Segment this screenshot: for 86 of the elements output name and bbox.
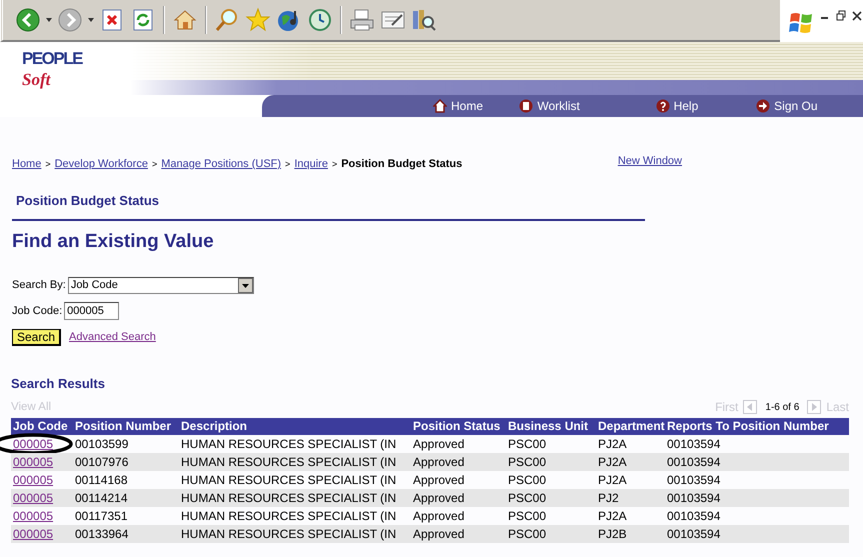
table-cell: HUMAN RESOURCES SPECIALIST (IN xyxy=(179,453,411,471)
table-cell-text: 00114168 xyxy=(74,472,128,489)
table-cell: 00114214 xyxy=(73,489,179,507)
search-button[interactable]: Search xyxy=(12,328,62,346)
job-code-link[interactable]: 000005 xyxy=(13,509,54,523)
page-title: Position Budget Status xyxy=(15,193,160,210)
restore-icon[interactable] xyxy=(836,10,846,22)
back-icon[interactable] xyxy=(15,7,41,33)
table-cell-text: HUMAN RESOURCES SPECIALIST (IN xyxy=(180,436,398,453)
table-cell: HUMAN RESOURCES SPECIALIST (IN xyxy=(179,489,411,507)
page-range: 1-6 of 6 xyxy=(765,402,800,412)
table-cell: Approved xyxy=(411,525,506,543)
new-window-link[interactable]: New Window xyxy=(618,155,682,167)
nav-link[interactable]: Sign Ou xyxy=(756,99,863,113)
table-cell: PSC00 xyxy=(506,489,596,507)
table-cell: Approved xyxy=(411,453,506,471)
table-cell-text: 00103599 xyxy=(74,436,130,453)
table-cell-text: PJ2A xyxy=(597,436,628,453)
table-cell: PSC00 xyxy=(506,453,596,471)
table-cell: 00133964 xyxy=(73,525,179,543)
peoplesoft-logo: PEOPLE Soft xyxy=(22,50,80,90)
table-cell: 00103594 xyxy=(665,453,849,471)
column-header: Department xyxy=(596,418,665,435)
table-cell: PJ2 xyxy=(596,489,665,507)
section-title: Search Results xyxy=(11,376,106,392)
help-icon xyxy=(656,99,670,113)
column-header: Position Status xyxy=(411,418,506,435)
table-cell: Approved xyxy=(411,489,506,507)
search-icon[interactable] xyxy=(214,7,240,33)
column-header: Description xyxy=(179,418,411,435)
nav-link[interactable]: Home xyxy=(433,99,520,113)
nav-link[interactable]: Help xyxy=(656,99,756,113)
table-cell-text: PJ2A xyxy=(597,508,628,525)
breadcrumb-link[interactable]: Home xyxy=(12,158,42,170)
table-cell: HUMAN RESOURCES SPECIALIST (IN xyxy=(179,525,411,543)
table-cell-text: Approved xyxy=(412,508,466,525)
star-icon[interactable] xyxy=(245,7,271,33)
table-cell-text: 00103594 xyxy=(666,472,722,489)
windows-flag-icon xyxy=(788,10,814,36)
breadcrumb-link[interactable]: Manage Positions (USF) xyxy=(161,158,282,170)
column-header: Position Number xyxy=(73,418,179,435)
close-icon[interactable] xyxy=(852,10,862,22)
table-cell-text: HUMAN RESOURCES SPECIALIST (IN xyxy=(180,508,398,525)
table-cell-text: 00103594 xyxy=(666,436,722,453)
breadcrumb-separator: > xyxy=(45,159,51,169)
table-cell: PJ2A xyxy=(596,453,665,471)
table-cell-text: PSC00 xyxy=(507,436,548,453)
job-code-field[interactable]: 000005 xyxy=(64,302,120,320)
field-label: Search By: xyxy=(12,279,66,291)
table-cell: 00107976 xyxy=(73,453,179,471)
worklist-icon xyxy=(519,99,534,113)
table-cell: 00103594 xyxy=(665,525,849,543)
column-header: Business Unit xyxy=(506,418,596,435)
table-cell-text: 00117351 xyxy=(74,508,128,525)
table-cell-text: Approved xyxy=(412,472,466,489)
dropdown-caret-icon[interactable] xyxy=(46,18,52,22)
table-cell: PSC00 xyxy=(506,525,596,543)
table-cell-text: PSC00 xyxy=(507,472,548,489)
breadcrumb-current: Position Budget Status xyxy=(341,158,462,170)
nav-link[interactable]: Worklist xyxy=(519,99,656,113)
table-cell: 00103594 xyxy=(665,489,849,507)
dropdown-caret-icon[interactable] xyxy=(88,18,94,22)
table-cell-text: PJ2A xyxy=(597,472,628,489)
printer-icon[interactable] xyxy=(349,7,375,33)
table-cell-text: Approved xyxy=(412,436,466,453)
forward-icon[interactable] xyxy=(57,7,83,33)
table-cell-text: HUMAN RESOURCES SPECIALIST (IN xyxy=(180,472,398,489)
advanced-search-link[interactable]: Advanced Search xyxy=(69,331,156,343)
breadcrumb-separator: > xyxy=(285,159,290,169)
home-icon xyxy=(433,99,447,113)
search-by-dropdown[interactable]: Job Code xyxy=(68,276,254,294)
breadcrumb-link[interactable]: Develop Workforce xyxy=(54,158,148,170)
column-header: Reports To Position Number xyxy=(665,418,849,435)
breadcrumb-link[interactable]: Inquire xyxy=(294,158,328,170)
sign-out-icon xyxy=(756,99,770,113)
table-cell-text: 00103594 xyxy=(666,508,722,525)
breadcrumb-separator: > xyxy=(152,159,158,169)
table-cell-text: PSC00 xyxy=(507,508,548,525)
history-icon[interactable] xyxy=(307,7,333,33)
job-code-link[interactable]: 000005 xyxy=(13,473,54,487)
column-header: Job Code xyxy=(11,418,73,435)
table-cell: PJ2B xyxy=(596,525,665,543)
research-icon[interactable] xyxy=(411,7,437,33)
page-heading: Find an Existing Value xyxy=(12,231,215,254)
breadcrumb-separator: > xyxy=(332,159,338,169)
field-label: Job Code: xyxy=(12,305,62,317)
